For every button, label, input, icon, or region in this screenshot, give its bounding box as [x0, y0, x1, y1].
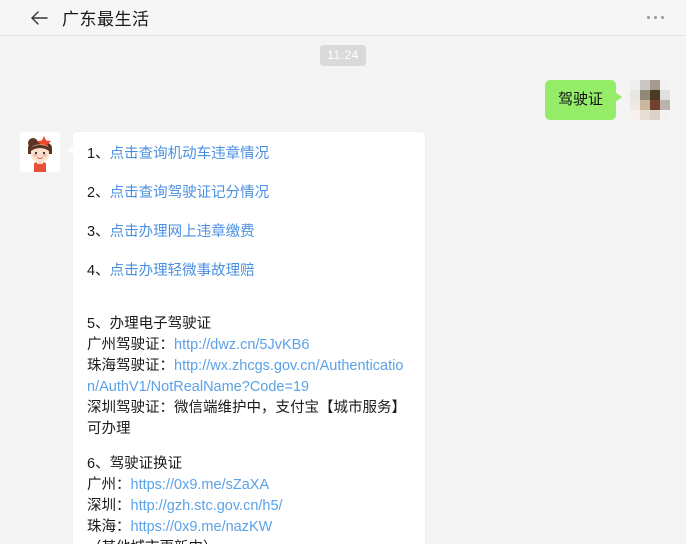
app-header: 广东最生活: [0, 0, 686, 36]
message-link[interactable]: http://dwz.cn/5JvKB6: [174, 337, 309, 353]
section-heading: 6、驾驶证换证: [87, 456, 183, 473]
blurred-avatar: [630, 80, 670, 120]
list-item: 3、点击办理网上违章缴费: [87, 222, 411, 243]
row-label: 珠海：: [87, 519, 131, 536]
avatar[interactable]: [20, 132, 60, 172]
more-options-icon[interactable]: [643, 10, 668, 25]
row-label: 深圳：: [87, 498, 131, 515]
message-link[interactable]: 点击查询驾驶证记分情况: [110, 185, 270, 201]
message-link[interactable]: 点击办理网上违章缴费: [110, 224, 255, 240]
item-number: 3、: [87, 224, 110, 241]
list-item: 2、点击查询驾驶证记分情况: [87, 183, 411, 204]
incoming-message-bubble[interactable]: 1、点击查询机动车违章情况 2、点击查询驾驶证记分情况 3、点击办理网上违章缴费…: [67, 132, 425, 544]
message-link[interactable]: https://0x9.me/nazKW: [131, 519, 273, 535]
message-link[interactable]: 点击查询机动车违章情况: [110, 146, 270, 162]
more-dot: [654, 16, 657, 19]
section-row: 广州：https://0x9.me/sZaXA: [87, 475, 411, 496]
timestamp-row: 11:24: [0, 37, 686, 66]
cartoon-girl-avatar: [20, 132, 60, 172]
incoming-message-row: 1、点击查询机动车违章情况 2、点击查询驾驶证记分情况 3、点击办理网上违章缴费…: [0, 120, 686, 544]
item-number: 2、: [87, 185, 110, 202]
chat-scroll-area[interactable]: 11:24 驾驶证 1、点击查询机动车违章情况 2、点击查询驾驶证记分情况 3、…: [0, 37, 686, 544]
message-link[interactable]: https://0x9.me/sZaXA: [131, 477, 270, 493]
message-timestamp: 11:24: [320, 45, 366, 66]
avatar[interactable]: [630, 80, 670, 120]
list-item: 1、点击查询机动车违章情况: [87, 144, 411, 165]
list-item: 4、点击办理轻微事故理赔: [87, 261, 411, 282]
section-row: 深圳：http://gzh.stc.gov.cn/h5/: [87, 496, 411, 517]
back-arrow-icon[interactable]: [28, 7, 50, 29]
message-link[interactable]: http://gzh.stc.gov.cn/h5/: [131, 498, 283, 514]
section-heading: 5、办理电子驾驶证: [87, 316, 212, 333]
row-label: 广州：: [87, 477, 131, 494]
outgoing-message-row: 驾驶证: [0, 66, 686, 120]
more-dot: [661, 16, 664, 19]
row-label: 珠海驾驶证：: [87, 358, 174, 375]
section-footer: （其他城市更新中）: [87, 538, 411, 544]
message-link[interactable]: 点击办理轻微事故理赔: [110, 263, 255, 279]
section-row: 深圳驾驶证：微信端维护中，支付宝【城市服务】可办理: [87, 400, 406, 438]
more-dot: [647, 16, 650, 19]
item-number: 1、: [87, 146, 110, 162]
section-row: 珠海：https://0x9.me/nazKW: [87, 517, 411, 538]
outgoing-message-bubble[interactable]: 驾驶证: [544, 80, 623, 120]
section-row: 广州驾驶证：http://dwz.cn/5JvKB6: [87, 335, 411, 356]
item-number: 4、: [87, 263, 110, 280]
row-label: 广州驾驶证：: [87, 337, 174, 354]
page-title: 广东最生活: [62, 10, 150, 29]
section-row: 珠海驾驶证：http://wx.zhcgs.gov.cn/Authenticat…: [87, 356, 411, 398]
